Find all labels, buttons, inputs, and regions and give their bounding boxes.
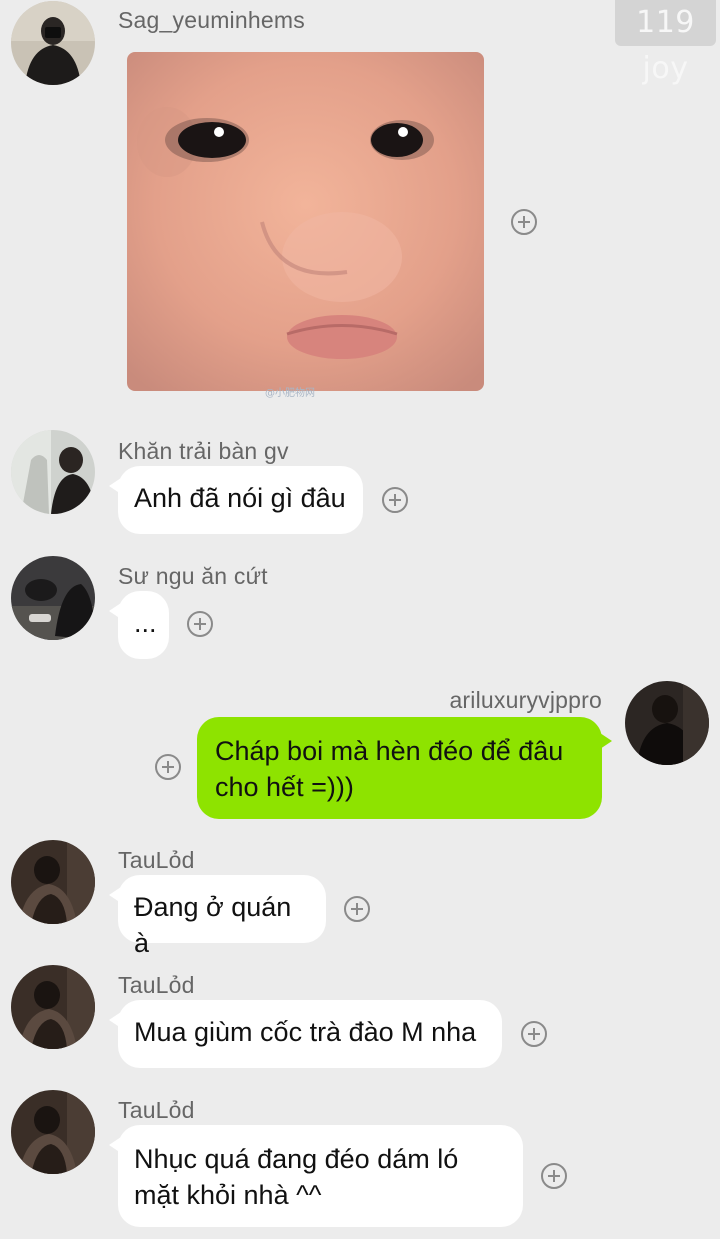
add-reaction-icon[interactable]	[541, 1163, 567, 1189]
my-message-bubble[interactable]: Cháp boi mà hèn đéo để đâu cho hết =)))	[197, 717, 612, 819]
message-bubble[interactable]: ...	[109, 591, 169, 659]
add-reaction-icon[interactable]	[344, 896, 370, 922]
joy-count-badge: 119 joy	[615, 0, 716, 86]
sender-name: Sag_yeuminhems	[118, 7, 305, 33]
baby-sticker-image[interactable]	[127, 52, 484, 391]
add-reaction-icon[interactable]	[382, 487, 408, 513]
sender-name: Sư ngu ăn cứt	[118, 563, 268, 589]
sender-name: TauLỏd	[118, 847, 195, 873]
avatar[interactable]	[11, 556, 95, 640]
add-reaction-icon[interactable]	[155, 754, 181, 780]
message-line: Cháp boi mà hèn đéo để đâu	[215, 736, 564, 766]
add-reaction-icon[interactable]	[511, 209, 537, 235]
avatar[interactable]	[625, 681, 709, 765]
message-bubble[interactable]: Đang ở quán à	[109, 875, 326, 958]
avatar[interactable]	[11, 965, 95, 1049]
add-reaction-icon[interactable]	[521, 1021, 547, 1047]
message-line: Nhục quá đang đéo dám ló	[134, 1144, 459, 1174]
sender-name: TauLỏd	[118, 1097, 195, 1123]
sender-name: ariluxuryvjppro	[449, 687, 602, 713]
avatar[interactable]	[11, 1, 95, 85]
avatar[interactable]	[11, 430, 95, 514]
add-reaction-icon[interactable]	[187, 611, 213, 637]
message-bubble[interactable]: Nhục quá đang đéo dám ló mặt khỏi nhà ^^	[109, 1125, 523, 1227]
image-watermark: @小肥物网	[265, 388, 315, 399]
message-bubble[interactable]: Mua giùm cốc trà đào M nha	[109, 1000, 502, 1068]
avatar[interactable]	[11, 840, 95, 924]
sender-name: TauLỏd	[118, 972, 195, 998]
message-line: mặt khỏi nhà ^^	[134, 1180, 322, 1210]
sender-name: Khăn trải bàn gv	[118, 438, 289, 464]
avatar[interactable]	[11, 1090, 95, 1174]
message-bubble[interactable]: Anh đã nói gì đâu	[109, 466, 363, 534]
message-line: cho hết =)))	[215, 772, 354, 802]
